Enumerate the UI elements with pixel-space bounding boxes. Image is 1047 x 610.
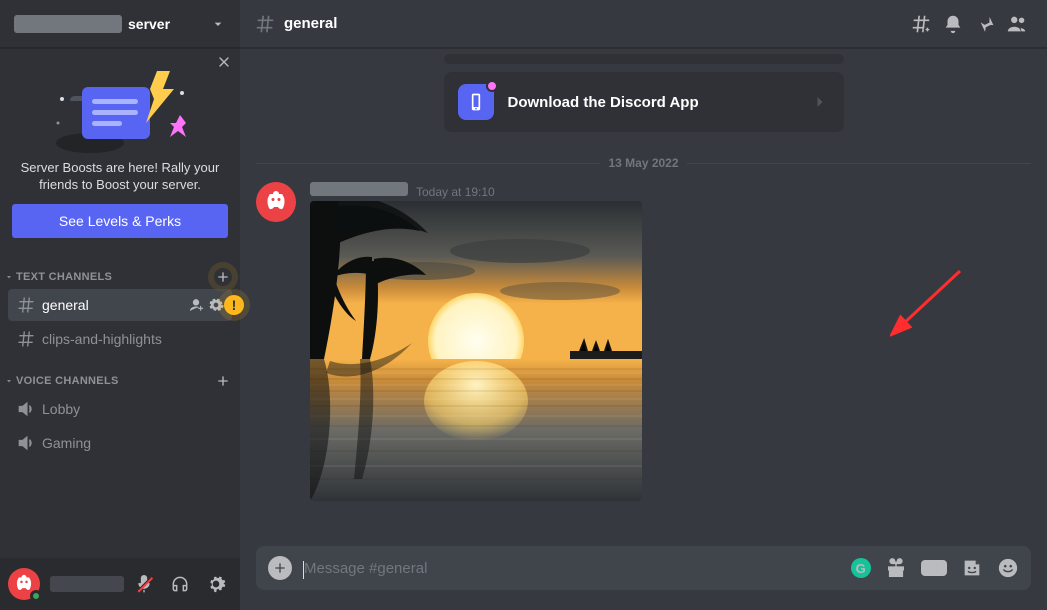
text-channels-header[interactable]: TEXT CHANNELS bbox=[0, 252, 240, 288]
chevron-down-icon bbox=[210, 16, 226, 32]
messages-area: Download the Discord App 13 May 2022 Tod… bbox=[240, 48, 1047, 546]
gear-icon[interactable] bbox=[208, 297, 224, 313]
sticker-button[interactable] bbox=[961, 557, 983, 579]
welcome-card-download[interactable]: Download the Discord App bbox=[444, 72, 844, 132]
threads-button[interactable] bbox=[905, 8, 937, 40]
gift-button[interactable] bbox=[885, 557, 907, 579]
section-label: VOICE CHANNELS bbox=[16, 375, 214, 387]
pinned-messages-button[interactable] bbox=[969, 8, 1001, 40]
voice-channels-header[interactable]: VOICE CHANNELS bbox=[0, 356, 240, 392]
message-author-redacted[interactable] bbox=[310, 182, 408, 196]
speaker-icon bbox=[16, 399, 36, 419]
notifications-button[interactable] bbox=[937, 8, 969, 40]
boost-promo-card: Server Boosts are here! Rally your frien… bbox=[0, 48, 240, 252]
see-levels-perks-button[interactable]: See Levels & Perks bbox=[12, 204, 228, 238]
chevron-down-icon bbox=[4, 272, 14, 282]
message-composer[interactable]: Message #general G GIF bbox=[256, 546, 1031, 590]
section-label: TEXT CHANNELS bbox=[16, 271, 214, 283]
member-list-button[interactable] bbox=[1001, 8, 1033, 40]
user-avatar[interactable] bbox=[8, 568, 40, 600]
phone-icon bbox=[458, 84, 494, 120]
grammarly-icon[interactable]: G bbox=[851, 558, 871, 578]
date-divider: 13 May 2022 bbox=[256, 156, 1031, 170]
speaker-icon bbox=[16, 433, 36, 453]
notification-dot-icon bbox=[486, 80, 498, 92]
gif-button[interactable]: GIF bbox=[921, 560, 947, 576]
channel-name: Lobby bbox=[42, 401, 224, 417]
hash-icon bbox=[254, 13, 276, 35]
message-input[interactable]: Message #general bbox=[304, 560, 839, 577]
message-attachment-image[interactable] bbox=[310, 201, 642, 501]
hash-icon bbox=[16, 295, 36, 315]
date-divider-label: 13 May 2022 bbox=[600, 156, 686, 170]
deafen-button[interactable] bbox=[164, 568, 196, 600]
server-name-redacted bbox=[14, 15, 122, 33]
username-redacted bbox=[50, 576, 124, 592]
user-panel bbox=[0, 558, 240, 610]
status-online-icon bbox=[30, 590, 42, 602]
welcome-card-label: Download the Discord App bbox=[508, 94, 796, 111]
message: Today at 19:10 bbox=[256, 180, 1031, 503]
channel-header: general bbox=[240, 0, 1047, 48]
message-author-avatar[interactable] bbox=[256, 182, 296, 222]
server-header[interactable]: server bbox=[0, 0, 240, 48]
channel-general[interactable]: general ! bbox=[8, 289, 232, 321]
server-sidebar: server Server Boosts are here bbox=[0, 0, 240, 610]
chevron-right-icon bbox=[810, 92, 830, 112]
chevron-down-icon bbox=[4, 376, 14, 386]
add-channel-button[interactable] bbox=[214, 268, 232, 286]
channel-name: clips-and-highlights bbox=[42, 331, 224, 347]
channel-name: general bbox=[42, 297, 188, 313]
composer-area: Message #general G GIF bbox=[240, 546, 1047, 610]
user-settings-button[interactable] bbox=[200, 568, 232, 600]
invite-icon[interactable] bbox=[188, 297, 204, 313]
close-icon[interactable] bbox=[216, 54, 232, 73]
mute-button[interactable] bbox=[128, 568, 160, 600]
message-timestamp: Today at 19:10 bbox=[416, 185, 495, 199]
emoji-button[interactable] bbox=[997, 557, 1019, 579]
main-area: general Download the Discord App bbox=[240, 0, 1047, 610]
add-channel-button[interactable] bbox=[214, 372, 232, 390]
channel-title: general bbox=[284, 15, 337, 32]
voice-channel-gaming[interactable]: Gaming bbox=[8, 427, 232, 459]
boost-promo-text: Server Boosts are here! Rally your frien… bbox=[12, 160, 228, 194]
server-name-suffix: server bbox=[128, 16, 170, 32]
boost-illustration bbox=[12, 64, 228, 156]
channel-name: Gaming bbox=[42, 435, 224, 451]
attach-button[interactable] bbox=[268, 556, 292, 580]
hash-icon bbox=[16, 329, 36, 349]
welcome-card-collapsed[interactable] bbox=[444, 54, 844, 64]
voice-channel-lobby[interactable]: Lobby bbox=[8, 393, 232, 425]
channel-clips-and-highlights[interactable]: clips-and-highlights bbox=[8, 323, 232, 355]
